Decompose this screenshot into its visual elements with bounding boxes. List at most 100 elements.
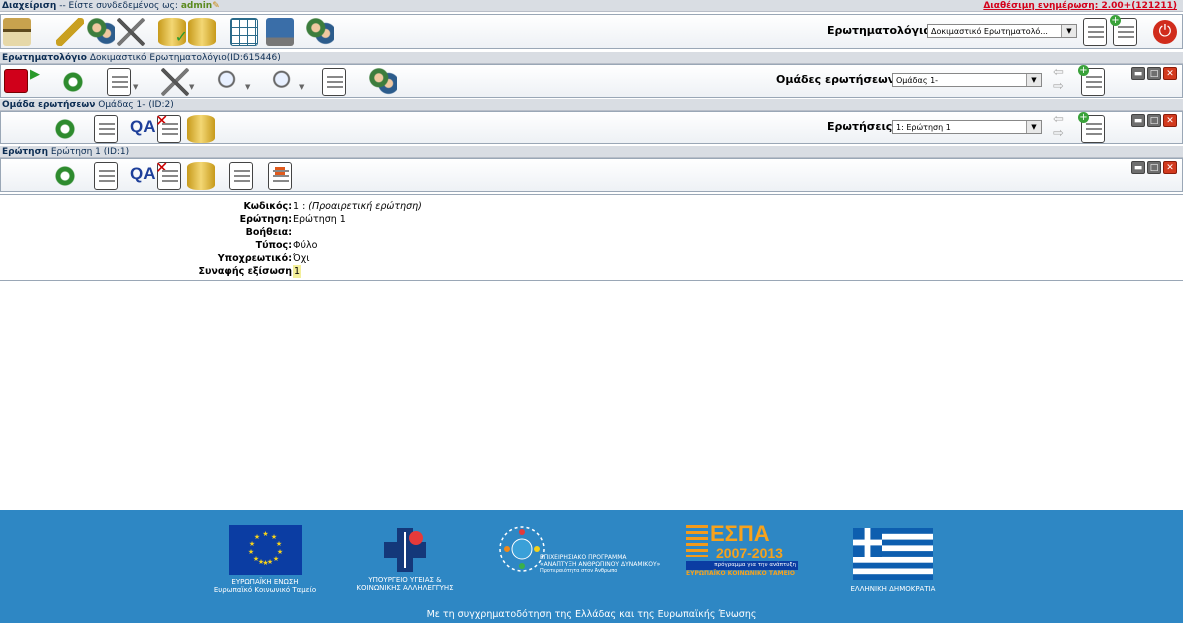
admin-toolbar: ✓ Ερωτηματολόγια: Δοκιμαστικό Ερωτηματολ… — [0, 14, 1183, 49]
help-row: Βοήθεια: — [0, 226, 292, 239]
group-title-bar: Ομάδα ερωτήσεων Ομάδας 1- (ID:2) — [0, 99, 1183, 111]
logged-in-text: -- Είστε συνδεδεμένος ως: — [56, 1, 178, 11]
question-title-bar: Ερώτηση Ερώτηση 1 (ID:1) — [0, 146, 1183, 158]
arrow-right-icon[interactable]: ⇨ — [1053, 127, 1069, 140]
question-subtitle: Ερώτηση 1 (ID:1) — [50, 147, 130, 157]
power-icon[interactable]: ⏻ — [1153, 20, 1177, 44]
update-link[interactable]: Διαθέσιμη ενημέρωση: 2.00+(121211) — [983, 0, 1177, 12]
edit-question-icon[interactable] — [94, 162, 118, 190]
gear-icon[interactable] — [59, 68, 87, 96]
participants-icon[interactable] — [369, 68, 397, 96]
programme-line2: «ΑΝΑΠΤΥΞΗ ΑΝΘΡΩΠΙΝΟΥ ΔΥΝΑΜΙΚΟΥ» — [540, 561, 661, 568]
close-icon[interactable]: ✕ — [1163, 67, 1177, 80]
question-title: Ερώτηση — [2, 147, 48, 157]
edit-user-icon[interactable]: ✎ — [212, 1, 220, 11]
list-icon[interactable] — [322, 68, 346, 96]
questionnaires-label: Ερωτηματολόγια: — [827, 24, 936, 37]
add-question-icon[interactable]: + — [1078, 112, 1105, 143]
settings-tools-icon[interactable] — [117, 18, 145, 46]
backup-database-icon[interactable] — [188, 18, 216, 46]
espa-logo: ΕΣΠΑ 2007-2013 πρόγραμμα για την ανάπτυξ… — [686, 521, 798, 579]
cofunding-text: Με τη συγχρηματοδότηση της Ελλάδας και τ… — [426, 609, 757, 620]
greece-text: ΕΛΛΗΝΙΚΗ ΔΗΜΟΚΡΑΤΙΑ — [850, 585, 936, 593]
programme-line1: ΕΠΙΧΕΙΡΗΣΙΑΚΟ ΠΡΟΓΡΑΜΜΑ — [540, 554, 627, 561]
conditions-icon[interactable] — [268, 162, 292, 190]
add-group-icon[interactable]: + — [1078, 65, 1105, 96]
svg-text:★: ★ — [273, 555, 279, 563]
chevron-down-icon[interactable]: ▼ — [189, 83, 194, 91]
list-questionnaires-icon[interactable] — [1083, 18, 1107, 46]
question-details: Κωδικός: 1 : (Προαιρετική ερώτηση) Ερώτη… — [0, 194, 1183, 281]
eu-flag: ★ ★ ★ ★ ★ ★ ★ ★ ★ ★ ★ ★ — [229, 525, 302, 575]
edit-group-icon[interactable] — [94, 115, 118, 143]
ministry-line2: ΚΟΙΝΩΝΙΚΗΣ ΑΛΛΗΛΕΓΓΥΗΣ — [356, 584, 454, 592]
close-icon[interactable]: ✕ — [1163, 161, 1177, 174]
question-row: Ερώτηση: — [0, 213, 292, 226]
chevron-down-icon[interactable]: ▼ — [133, 83, 138, 91]
participants-icon[interactable] — [306, 18, 334, 46]
arrow-left-icon[interactable]: ⇦ — [1053, 113, 1069, 126]
mandatory-value: Όχι — [293, 253, 310, 264]
play-icon[interactable]: ▶ — [30, 67, 40, 82]
question-settings-icon[interactable] — [51, 162, 79, 190]
admin-title: Διαχείριση — [2, 1, 57, 11]
key-icon[interactable] — [56, 18, 84, 46]
home-icon[interactable] — [3, 18, 31, 46]
question-select[interactable]: 1: Ερώτηση 1 ▼ — [892, 120, 1042, 134]
questionnaire-subtitle: Δοκιμαστικό Ερωτηματολόγιο(ID:615446) — [89, 53, 281, 63]
questionnaire-toolbar: ▶ ▼ ▼ ▼ ▼ Ομάδες ερωτήσεων: Ομάδας 1- ▼ … — [0, 64, 1183, 98]
edit-questionnaire-icon[interactable] — [107, 68, 131, 96]
eu-line2: Ευρωπαϊκό Κοινωνικό Ταμείο — [213, 586, 317, 594]
espa-line1: πρόγραμμα για την ανάπτυξη — [686, 561, 798, 570]
delete-group-icon[interactable]: ✕ — [155, 111, 181, 143]
users-icon[interactable] — [87, 18, 115, 46]
template-editor-icon[interactable] — [266, 18, 294, 46]
maximize-icon[interactable]: □ — [1147, 161, 1161, 174]
question-toolbar: QA ✕ ▬ □ ✕ — [0, 158, 1183, 192]
equation-value: 1 — [293, 265, 302, 278]
svg-text:★: ★ — [258, 558, 264, 566]
question-label: Ερώτηση: — [239, 214, 292, 225]
equation-label: Συναφής εξίσωση — [198, 266, 292, 277]
type-value: Φύλο — [293, 240, 318, 251]
check-database-icon[interactable]: ✓ — [158, 18, 188, 46]
export-group-icon[interactable] — [187, 115, 215, 143]
copy-question-icon[interactable] — [229, 162, 253, 190]
qa-icon[interactable]: QA — [130, 117, 156, 137]
arrow-left-icon[interactable]: ⇦ — [1053, 66, 1069, 79]
close-icon[interactable]: ✕ — [1163, 114, 1177, 127]
questionnaire-title: Ερωτηματολόγιο — [2, 53, 87, 63]
programme-line3: Προτεραιότητα στον Άνθρωπο — [540, 568, 618, 574]
help-label: Βοήθεια: — [245, 227, 292, 238]
svg-text:★: ★ — [249, 540, 255, 548]
svg-text:★: ★ — [276, 540, 282, 548]
add-questionnaire-icon[interactable]: + — [1110, 15, 1137, 46]
questionnaire-select[interactable]: Δοκιμαστικό Ερωτηματολό... ▼ — [927, 24, 1077, 38]
minimize-icon[interactable]: ▬ — [1131, 67, 1145, 80]
type-label: Τύπος: — [255, 240, 292, 251]
table-icon[interactable] — [230, 18, 258, 46]
search-icon[interactable] — [214, 68, 242, 96]
ministry-logo — [384, 528, 426, 572]
question-select-value: 1: Ερώτηση 1 — [896, 123, 951, 132]
arrow-right-icon[interactable]: ⇨ — [1053, 80, 1069, 93]
chevron-down-icon[interactable]: ▼ — [299, 83, 304, 91]
group-subtitle: Ομάδας 1- (ID:2) — [98, 100, 174, 110]
footer: ★ ★ ★ ★ ★ ★ ★ ★ ★ ★ ★ ★ ΕΥΡΩΠΑΪΚΗ ΕΝΩΣΗ Ευρωπαϊκ… — [0, 510, 1183, 623]
stop-icon[interactable] — [4, 69, 28, 93]
group-settings-icon[interactable] — [51, 115, 79, 143]
chart-search-icon[interactable] — [269, 68, 297, 96]
minimize-icon[interactable]: ▬ — [1131, 161, 1145, 174]
espa-line2: ΕΥΡΩΠΑΪΚΟ ΚΟΙΝΩΝΙΚΟ ΤΑΜΕΙΟ — [686, 570, 796, 577]
equation-row: Συναφής εξίσωση — [0, 265, 292, 278]
maximize-icon[interactable]: □ — [1147, 67, 1161, 80]
group-select[interactable]: Ομάδας 1- ▼ — [892, 73, 1042, 87]
group-title: Ομάδα ερωτήσεων — [2, 100, 96, 110]
qa-icon[interactable]: QA — [130, 164, 156, 184]
chevron-down-icon[interactable]: ▼ — [245, 83, 250, 91]
minimize-icon[interactable]: ▬ — [1131, 114, 1145, 127]
maximize-icon[interactable]: □ — [1147, 114, 1161, 127]
tools-icon[interactable] — [161, 68, 189, 96]
delete-question-icon[interactable]: ✕ — [155, 158, 181, 190]
export-question-icon[interactable] — [187, 162, 215, 190]
